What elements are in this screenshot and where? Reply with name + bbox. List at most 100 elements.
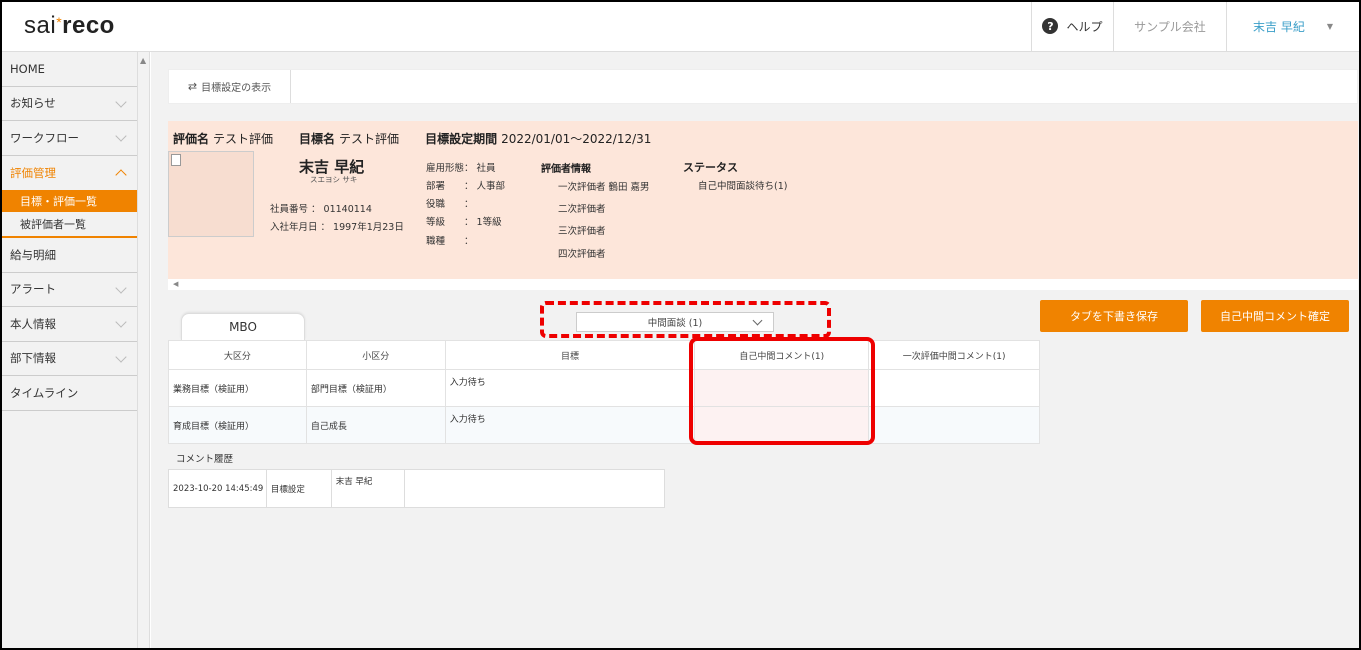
column-header: 大区分 [168, 340, 307, 370]
app-logo[interactable]: sai*reco [24, 12, 115, 40]
detail-value: ： 人事部 [464, 181, 506, 192]
table-row: 業務目標（検証用） 部門目標（検証用） 入力待ち [168, 369, 1040, 407]
chevron-down-icon [115, 281, 127, 294]
info-horizontal-scrollbar[interactable]: ◀ [168, 279, 1358, 290]
company-label: サンプル会社 [1134, 19, 1206, 34]
eval-name-label: 評価名 [173, 132, 210, 146]
goal-cell[interactable]: 入力待ち [444, 406, 696, 444]
company-name: サンプル会社 [1113, 0, 1226, 52]
logo-text-left: sai [24, 12, 57, 39]
sidebar-item-label: 部下情報 [10, 351, 56, 366]
table-row: 育成目標（検証用） 自己成長 入力待ち [168, 406, 1040, 444]
sidebar-item-notices[interactable]: お知らせ [0, 87, 137, 121]
sidebar-item-label: タイムライン [10, 385, 79, 400]
save-draft-button[interactable]: タブを下書き保存 [1040, 300, 1188, 332]
evaluation-info-panel: 評価名 テスト評価 目標名 テスト評価 目標設定期間 2022/01/01～2022/12… [168, 121, 1358, 279]
comment-history-title: コメント履歴 [176, 454, 234, 465]
sidebar-item-home[interactable]: HOME [0, 52, 137, 87]
chevron-up-icon [115, 168, 127, 181]
first-evaluator-comment-cell [868, 369, 1040, 407]
evaluator-2: 二次評価者 [558, 204, 606, 215]
detail-position: 役職 ： [426, 196, 474, 210]
confirm-comment-button[interactable]: 自己中間コメント確定 [1201, 300, 1349, 332]
major-category-cell: 育成目標（検証用） [168, 406, 307, 444]
sidebar-scrollbar[interactable]: ▲ [138, 52, 150, 650]
sidebar: HOME お知らせ ワークフロー 評価管理 目標・評価一覧 被評価者一覧 給与明… [0, 52, 138, 650]
period-label: 目標設定期間 [425, 132, 498, 146]
comment-history-table: 2023-10-20 14:45:49 目標設定 末吉 早紀 [168, 469, 666, 508]
sidebar-subitem-goal-list[interactable]: 目標・評価一覧 [0, 190, 137, 212]
sidebar-item-timeline[interactable]: タイムライン [0, 376, 137, 411]
sidebar-item-alert[interactable]: アラート [0, 273, 137, 307]
toolbar: ⇄ 目標設定の表示 [168, 69, 1358, 104]
history-comment [403, 469, 666, 508]
sidebar-item-workflow[interactable]: ワークフロー [0, 121, 137, 156]
help-button[interactable]: ? ヘルプ [1031, 0, 1113, 52]
sidebar-item-evaluation[interactable]: 評価管理 [0, 156, 137, 191]
user-menu[interactable]: 末吉 早紀 ▼ [1226, 0, 1359, 52]
toggle-goal-setting-label: 目標設定の表示 [201, 83, 272, 94]
sidebar-item-label: アラート [10, 282, 56, 297]
logo-star: * [56, 14, 63, 30]
sidebar-subitem-label: 目標・評価一覧 [20, 195, 97, 208]
chevron-down-icon [752, 315, 763, 326]
first-evaluator-comment-cell [868, 406, 1040, 444]
detail-key: 職種 [426, 236, 446, 247]
logo-text-right: reco [62, 12, 115, 39]
detail-key: 部署 [426, 181, 446, 192]
detail-value: ： [464, 236, 474, 247]
sidebar-item-label: 本人情報 [10, 316, 56, 331]
employee-kana: スエヨシ サキ [310, 175, 358, 184]
sidebar-item-label: HOME [10, 61, 45, 76]
self-interim-comment-cell[interactable] [694, 406, 870, 444]
table-header-row: 大区分 小区分 目標 自己中間コメント(1) 一次評価中間コメント(1) [168, 340, 1040, 370]
hire-date: 入社年月日 ： 1997年1月23日 [270, 222, 404, 233]
evaluator-4: 四次評価者 [558, 249, 606, 260]
scroll-left-icon[interactable]: ◀ [173, 280, 178, 288]
minor-category-cell: 部門目標（検証用） [305, 369, 446, 407]
caret-down-icon: ▼ [1326, 21, 1333, 31]
sidebar-item-subordinates[interactable]: 部下情報 [0, 342, 137, 376]
toggle-goal-setting-button[interactable]: ⇄ 目標設定の表示 [169, 70, 291, 103]
chevron-down-icon [115, 130, 127, 142]
column-header: 目標 [444, 340, 696, 370]
status-badge: 自己中間面談待ち(1) [698, 181, 788, 192]
save-draft-label: タブを下書き保存 [1070, 310, 1158, 323]
sidebar-subitem-evaluatee-list[interactable]: 被評価者一覧 [0, 212, 137, 238]
phase-select-value: 中間面談 (1) [647, 318, 703, 329]
history-datetime: 2023-10-20 14:45:49 [168, 469, 267, 508]
main-content: ⇄ 目標設定の表示 評価名 テスト評価 目標名 テスト評価 目標設定期間 2022/01/… [151, 52, 1359, 648]
detail-key: 役職 [426, 199, 446, 210]
sidebar-item-payslip[interactable]: 給与明細 [0, 238, 137, 273]
status-title: ステータス [683, 161, 738, 174]
history-author: 末吉 早紀 [330, 469, 405, 508]
confirm-comment-label: 自己中間コメント確定 [1220, 310, 1330, 323]
detail-employment-type: 雇用形態： 社員 [426, 160, 496, 174]
phase-select[interactable]: 中間面談 (1) [576, 312, 774, 332]
user-name: 末吉 早紀 [1253, 19, 1305, 34]
detail-value: ： 社員 [464, 163, 496, 174]
evaluation-summary: 評価名 テスト評価 目標名 テスト評価 目標設定期間 2022/01/01～2022/12… [173, 130, 655, 147]
goal-cell[interactable]: 入力待ち [444, 369, 696, 407]
sidebar-subitem-label: 被評価者一覧 [20, 218, 86, 231]
sidebar-item-label: 評価管理 [10, 165, 56, 180]
detail-value: ： 1等級 [464, 217, 502, 228]
avatar [168, 151, 254, 237]
chevron-down-icon [115, 350, 127, 363]
detail-key: 雇用形態 [426, 163, 465, 174]
evaluator-info-title: 評価者情報 [541, 164, 591, 175]
sidebar-item-profile[interactable]: 本人情報 [0, 307, 137, 342]
tab-mbo[interactable]: MBO [181, 313, 305, 340]
tab-mbo-label: MBO [229, 320, 257, 334]
detail-value: ： [464, 199, 474, 210]
self-interim-comment-cell[interactable] [694, 369, 870, 407]
evaluator-1: 一次評価者 鶴田 嘉男 [558, 182, 650, 193]
app-header: sai*reco ? ヘルプ サンプル会社 末吉 早紀 ▼ [0, 0, 1361, 52]
employee-number: 社員番号 ： 01140114 [270, 204, 372, 215]
sidebar-item-label: お知らせ [10, 96, 56, 111]
major-category-cell: 業務目標（検証用） [168, 369, 307, 407]
scroll-up-icon[interactable]: ▲ [140, 56, 146, 65]
goal-table: 大区分 小区分 目標 自己中間コメント(1) 一次評価中間コメント(1) 業務目… [168, 340, 1040, 444]
goal-name-label: 目標名 [299, 132, 336, 146]
period: 2022/01/01～2022/12/31 [501, 132, 652, 146]
